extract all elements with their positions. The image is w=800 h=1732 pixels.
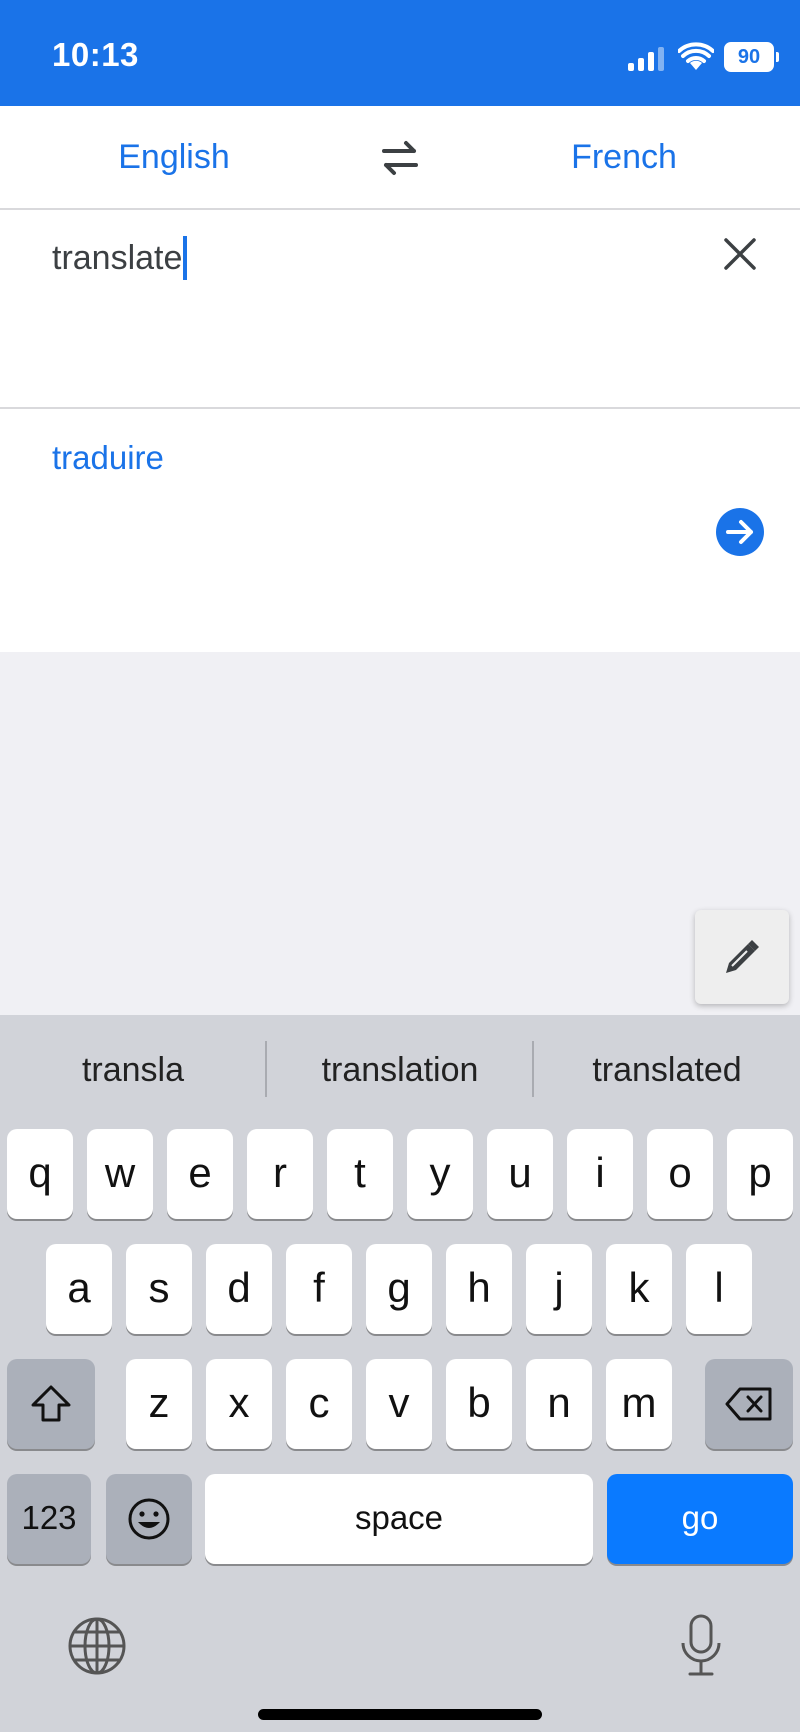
pen-icon	[726, 940, 759, 973]
key-o[interactable]: o	[647, 1129, 713, 1219]
key-b[interactable]: b	[446, 1359, 512, 1449]
numbers-key[interactable]: 123	[7, 1474, 91, 1564]
backspace-icon	[725, 1387, 772, 1421]
suggestion-2[interactable]: translation	[267, 1015, 533, 1125]
key-x[interactable]: x	[206, 1359, 272, 1449]
key-m[interactable]: m	[606, 1359, 672, 1449]
key-h[interactable]: h	[446, 1244, 512, 1334]
status-time: 10:13	[52, 36, 139, 73]
key-y[interactable]: y	[407, 1129, 473, 1219]
clear-icon[interactable]	[722, 236, 758, 272]
suggestion-bar: transla translation translated	[0, 1015, 800, 1125]
key-a[interactable]: a	[46, 1244, 112, 1334]
key-g[interactable]: g	[366, 1244, 432, 1334]
suggestion-3[interactable]: translated	[534, 1015, 800, 1125]
emoji-key[interactable]	[106, 1474, 192, 1564]
translation-area: traduire	[0, 409, 800, 652]
key-v[interactable]: v	[366, 1359, 432, 1449]
home-indicator[interactable]	[258, 1709, 542, 1720]
key-l[interactable]: l	[686, 1244, 752, 1334]
key-s[interactable]: s	[126, 1244, 192, 1334]
microphone-icon[interactable]	[676, 1613, 726, 1679]
space-key[interactable]: space	[205, 1474, 593, 1564]
key-n[interactable]: n	[526, 1359, 592, 1449]
status-bar: 10:13 90	[0, 0, 800, 106]
cellular-signal-icon	[628, 43, 666, 71]
globe-icon[interactable]	[66, 1615, 128, 1677]
shift-key[interactable]	[7, 1359, 95, 1449]
handwriting-button[interactable]	[695, 910, 789, 1004]
emoji-icon	[128, 1498, 170, 1540]
key-u[interactable]: u	[487, 1129, 553, 1219]
key-i[interactable]: i	[567, 1129, 633, 1219]
source-text-area[interactable]: translate	[0, 210, 800, 409]
key-t[interactable]: t	[327, 1129, 393, 1219]
translation-text: traduire	[52, 439, 164, 476]
source-text-input[interactable]: translate	[52, 236, 188, 280]
status-icons: 90	[628, 40, 779, 74]
source-language-button[interactable]: English	[44, 106, 304, 208]
key-j[interactable]: j	[526, 1244, 592, 1334]
key-z[interactable]: z	[126, 1359, 192, 1449]
go-key[interactable]: go	[607, 1474, 793, 1564]
key-w[interactable]: w	[87, 1129, 153, 1219]
target-language-button[interactable]: French	[494, 106, 754, 208]
text-caret	[183, 236, 188, 280]
suggestion-1[interactable]: transla	[0, 1015, 266, 1125]
key-e[interactable]: e	[167, 1129, 233, 1219]
battery-icon: 90	[724, 42, 779, 72]
key-q[interactable]: q	[7, 1129, 73, 1219]
language-bar: English French	[0, 106, 800, 210]
key-c[interactable]: c	[286, 1359, 352, 1449]
source-text: translate	[52, 238, 183, 277]
key-p[interactable]: p	[727, 1129, 793, 1219]
shift-icon	[31, 1385, 71, 1422]
key-r[interactable]: r	[247, 1129, 313, 1219]
open-translation-arrow-icon[interactable]	[716, 508, 764, 556]
key-k[interactable]: k	[606, 1244, 672, 1334]
keyboard: transla translation translated q w e r t…	[0, 1015, 800, 1732]
backspace-key[interactable]	[705, 1359, 793, 1449]
swap-languages-icon[interactable]	[378, 136, 422, 180]
key-d[interactable]: d	[206, 1244, 272, 1334]
wifi-icon	[678, 42, 714, 70]
battery-level: 90	[737, 46, 761, 68]
key-f[interactable]: f	[286, 1244, 352, 1334]
